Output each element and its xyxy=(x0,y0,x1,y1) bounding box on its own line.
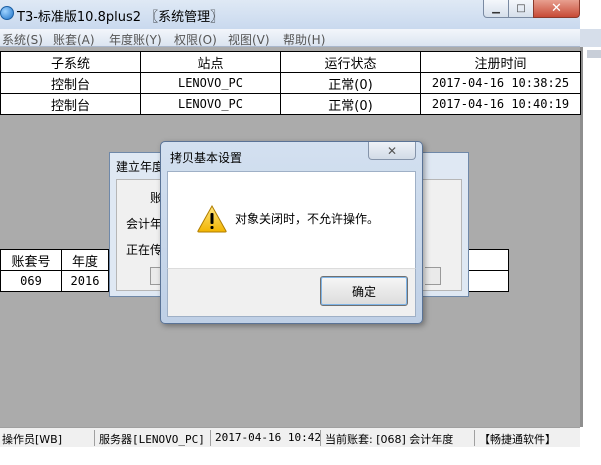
status-server: 服务器[LENOVO_PC] xyxy=(99,433,205,446)
copy-dialog-title: 拷贝基本设置 xyxy=(170,151,243,165)
build-dialog-button-right[interactable] xyxy=(425,267,441,285)
cell-run-state: 正常(0) xyxy=(280,72,421,94)
build-dialog-title: 建立年度 xyxy=(116,160,165,174)
header-run-state[interactable]: 运行状态 xyxy=(280,51,421,73)
session-table-header: 子系统 站点 运行状态 注册时间 xyxy=(0,51,581,73)
background-strip-band xyxy=(580,29,601,47)
status-bar: 操作员[WB] 服务器[LENOVO_PC] 2017-04-16 10:42 … xyxy=(0,427,580,447)
maximize-button[interactable]: □ xyxy=(508,0,534,18)
ok-button[interactable]: 确定 xyxy=(320,276,408,306)
window-title: T3-标准版10.8plus2 〖系统管理〗 xyxy=(17,10,224,25)
cell-account-no: 069 xyxy=(0,270,62,292)
copy-dialog-content: 对象关闭时，不允许操作。 xyxy=(167,171,416,268)
status-separator xyxy=(474,430,475,446)
cell-register-time: 2017-04-16 10:38:25 xyxy=(420,72,581,94)
table-row[interactable]: 控制台 LENOVO_PC 正常(0) 2017-04-16 10:38:25 xyxy=(0,72,581,94)
menu-account[interactable]: 账套(A) xyxy=(53,31,95,48)
minimize-icon: ▁ xyxy=(492,3,500,14)
header-year[interactable]: 年度 xyxy=(61,249,109,271)
dialog-close-button[interactable]: ✕ xyxy=(368,142,416,160)
cell-subsystem: 控制台 xyxy=(0,93,141,115)
header-account-no[interactable]: 账套号 xyxy=(0,249,62,271)
warning-icon xyxy=(197,205,227,233)
menu-view[interactable]: 视图(V) xyxy=(228,31,270,48)
table-row[interactable]: 控制台 LENOVO_PC 正常(0) 2017-04-16 10:40:19 xyxy=(0,93,581,115)
status-current-account: 当前账套: [068] 会计年度 xyxy=(325,433,454,446)
cell-station: LENOVO_PC xyxy=(140,72,281,94)
status-separator xyxy=(320,430,321,446)
cell-year: 2016 xyxy=(61,270,109,292)
dialog-message: 对象关闭时，不允许操作。 xyxy=(235,212,380,226)
status-separator xyxy=(94,430,95,446)
header-subsystem[interactable]: 子系统 xyxy=(0,51,141,73)
minimize-button[interactable]: ▁ xyxy=(483,0,509,18)
status-brand: 【畅捷通软件】 xyxy=(479,433,556,446)
header-station[interactable]: 站点 xyxy=(140,51,281,73)
close-icon: ✕ xyxy=(551,1,562,16)
maximize-icon: □ xyxy=(516,3,526,14)
status-separator xyxy=(210,430,211,446)
copy-settings-dialog: 拷贝基本设置 ✕ 对象关闭时，不允许操作。 确定 xyxy=(160,141,423,324)
background-strip-chip xyxy=(587,50,601,58)
menu-bar: 系统(S) 账套(A) 年度账(Y) 权限(O) 视图(V) 帮助(H) xyxy=(0,29,580,47)
cell-subsystem: 控制台 xyxy=(0,72,141,94)
menu-help[interactable]: 帮助(H) xyxy=(283,31,325,48)
status-datetime: 2017-04-16 10:42 xyxy=(215,431,321,444)
background-strip xyxy=(580,0,601,465)
build-dialog-label-year: 会计年 xyxy=(126,217,163,231)
cell-register-time: 2017-04-16 10:40:19 xyxy=(420,93,581,115)
copy-dialog-footer: 确定 xyxy=(167,268,416,317)
header-register-time[interactable]: 注册时间 xyxy=(420,51,581,73)
close-icon: ✕ xyxy=(386,143,398,158)
session-table: 子系统 站点 运行状态 注册时间 控制台 LENOVO_PC 正常(0) 201… xyxy=(0,51,581,115)
cell-station: LENOVO_PC xyxy=(140,93,281,115)
cell-run-state: 正常(0) xyxy=(280,93,421,115)
title-bar: T3-标准版10.8plus2 〖系统管理〗 ▁ □ ✕ xyxy=(0,0,580,29)
build-dialog-label-progress: 正在传 xyxy=(126,243,163,257)
app-globe-icon xyxy=(0,6,14,20)
close-button[interactable]: ✕ xyxy=(533,0,580,18)
menu-system[interactable]: 系统(S) xyxy=(2,31,43,48)
menu-permission[interactable]: 权限(O) xyxy=(174,31,217,48)
status-operator: 操作员[WB] xyxy=(2,433,63,446)
menu-year-account[interactable]: 年度账(Y) xyxy=(109,31,162,48)
